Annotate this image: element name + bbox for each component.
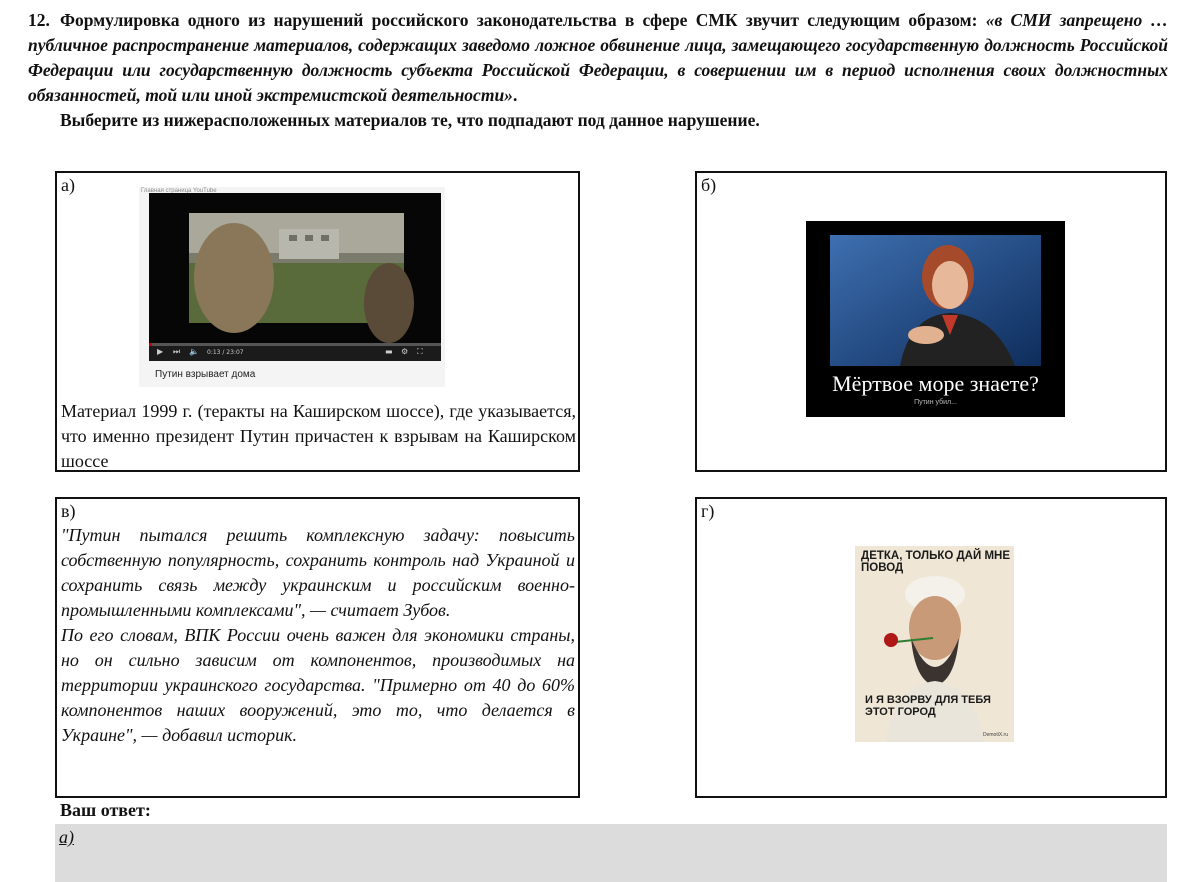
fullscreen-icon[interactable]: ⛶: [417, 347, 423, 357]
poster-image: ДЕТКА, ТОЛЬКО ДАЙ МНЕ ПОВОД И Я ВЗОРВУ Д…: [855, 546, 1014, 742]
volume-icon[interactable]: 🔈: [189, 347, 199, 356]
question: 12. Формулировка одного из нарушений росс…: [28, 8, 1168, 133]
option-v-paragraph-1: "Путин пытался решить комплексную задачу…: [61, 525, 575, 620]
option-v-paragraph-2: По его словам, ВПК России очень важен дл…: [61, 625, 575, 745]
option-v-letter: в): [61, 501, 76, 521]
demotivator-title: Мёртвое море знаете?: [832, 371, 1039, 396]
poster-top-text: ДЕТКА, ТОЛЬКО ДАЙ МНЕ ПОВОД: [861, 550, 1011, 574]
demotivator-photo: [830, 235, 1041, 366]
video-progress[interactable]: [149, 343, 152, 346]
video-still: [149, 193, 441, 345]
option-b-box: б) Мёртвое море знаете? Путин убил...: [695, 171, 1167, 472]
demotivator-subtitle: Путин убил...: [914, 399, 957, 406]
option-g-letter: г): [701, 501, 715, 521]
option-a-letter: а): [61, 175, 75, 195]
demotivator-poster: Мёртвое море знаете? Путин убил...: [806, 221, 1065, 417]
video-screenshot: Главная страница YouTube ▶ ⏭ 🔈 0:13 / 23…: [139, 187, 445, 387]
poster-signature: DemotiX.ru: [982, 732, 1008, 738]
option-b-letter: б): [701, 175, 717, 195]
captions-icon[interactable]: ▬: [385, 347, 393, 356]
option-v-text: "Путин пытался решить комплексную задачу…: [61, 523, 575, 748]
next-icon[interactable]: ⏭: [173, 347, 180, 357]
question-task: Выберите из нижерасположенных материалов…: [60, 110, 760, 130]
answer-label: Ваш ответ:: [60, 800, 151, 820]
option-g-box: г) ДЕТКА, ТОЛЬКО ДАЙ МНЕ ПОВОД И Я ВЗОРВ…: [695, 497, 1167, 798]
video-frame: ▶ ⏭ 🔈 0:13 / 23:07 ▬ ⚙ ⛶: [149, 193, 441, 361]
video-caption: Путин взрывает дома: [155, 369, 256, 380]
option-a-box: а) Главная страница YouTube ▶ ⏭ 🔈 0:13 /…: [55, 171, 580, 472]
option-v-box: в) "Путин пытался решить комплексную зад…: [55, 497, 580, 798]
play-icon[interactable]: ▶: [157, 347, 163, 356]
video-time: 0:13 / 23:07: [207, 349, 244, 356]
question-end: .: [512, 85, 518, 105]
question-intro: Формулировка одного из нарушений российс…: [60, 10, 978, 30]
answer-value[interactable]: а): [59, 827, 74, 848]
option-a-description: Материал 1999 г. (теракты на Каширском ш…: [61, 401, 576, 471]
gear-icon[interactable]: ⚙: [401, 347, 408, 356]
answer-field[interactable]: а): [55, 824, 1167, 882]
question-number: 12.: [28, 10, 50, 30]
video-controls[interactable]: ▶ ⏭ 🔈 0:13 / 23:07 ▬ ⚙ ⛶: [149, 343, 441, 361]
poster-bottom-text: И Я ВЗОРВУ ДЛЯ ТЕБЯ ЭТОТ ГОРОД: [865, 694, 991, 718]
